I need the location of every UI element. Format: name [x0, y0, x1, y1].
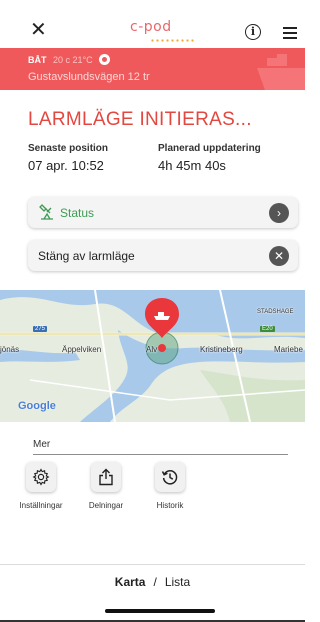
- view-switch: Karta / Lista: [0, 575, 305, 589]
- hamburger-menu-icon[interactable]: [283, 27, 297, 42]
- view-switch-separator: /: [153, 575, 157, 589]
- app-logo: c-pod: [130, 19, 172, 35]
- satellite-icon: [39, 204, 53, 220]
- settings-label: Inställningar: [19, 501, 63, 510]
- status-label: Status: [60, 206, 95, 220]
- history-button[interactable]: Historik: [139, 462, 201, 510]
- road-shield-e20: E20: [260, 326, 275, 332]
- device-banner[interactable]: BÅT 20 c 21°C Gustavslundsvägen 12 tr: [0, 48, 305, 90]
- settings-gear-icon: [32, 468, 50, 486]
- planned-update: Planerad uppdatering 4h 45m 40s: [158, 143, 261, 173]
- last-position-value: 07 apr. 10:52: [28, 158, 104, 173]
- last-position-label: Senaste position: [28, 143, 109, 154]
- close-icon[interactable]: ✕: [30, 20, 47, 40]
- home-indicator[interactable]: [105, 609, 215, 613]
- logo-dots: [150, 39, 196, 42]
- share-button[interactable]: Delningar: [75, 462, 137, 510]
- device-kind: BÅT: [28, 55, 47, 65]
- history-label: Historik: [156, 501, 184, 510]
- tab-map[interactable]: Karta: [115, 575, 146, 589]
- planned-update-value: 4h 45m 40s: [158, 158, 226, 173]
- divider: [33, 454, 288, 455]
- weather-text: 20 c 21°C: [53, 55, 93, 65]
- status-button[interactable]: Status ›: [28, 197, 298, 228]
- planned-update-label: Planerad uppdatering: [158, 143, 261, 154]
- map-attribution[interactable]: Google: [18, 400, 56, 412]
- more-section-label: Mer: [33, 439, 51, 450]
- divider: [0, 564, 305, 565]
- map-place-label: jönäs: [0, 345, 20, 354]
- chevron-right-icon: ›: [269, 203, 289, 223]
- share-label: Delningar: [88, 501, 124, 510]
- stop-alarm-button[interactable]: Stäng av larmläge ✕: [28, 240, 298, 271]
- device-address: Gustavslundsvägen 12 tr: [28, 71, 150, 83]
- history-icon: [161, 470, 178, 485]
- tab-list[interactable]: Lista: [165, 575, 190, 589]
- settings-button[interactable]: Inställningar: [10, 462, 72, 510]
- close-circle-icon: ✕: [269, 246, 289, 266]
- map-place-label: Äppelviken: [62, 345, 102, 354]
- share-icon: [99, 468, 113, 486]
- settings-button-box[interactable]: [26, 462, 56, 492]
- ship-watermark-icon: [257, 54, 305, 90]
- map-place-label: Kristineberg: [200, 345, 243, 354]
- map-view[interactable]: 275 E20 jönäs Äppelviken Alv Kristineber…: [0, 290, 305, 422]
- history-button-box[interactable]: [155, 462, 185, 492]
- top-bar: ✕ c-pod i: [0, 0, 305, 48]
- last-position: Senaste position 07 apr. 10:52: [28, 143, 108, 173]
- map-place-label: Mariebe: [274, 345, 303, 354]
- info-icon[interactable]: i: [245, 24, 261, 40]
- alarm-title: LARMLÄGE INITIERAS...: [28, 109, 252, 130]
- map-place-label: Alv: [146, 345, 158, 354]
- share-button-box[interactable]: [91, 462, 121, 492]
- map-place-label: STADSHAGE: [257, 309, 294, 315]
- location-badge-icon: [99, 54, 111, 65]
- road-shield-275: 275: [33, 326, 48, 332]
- stop-alarm-label: Stäng av larmläge: [38, 249, 135, 263]
